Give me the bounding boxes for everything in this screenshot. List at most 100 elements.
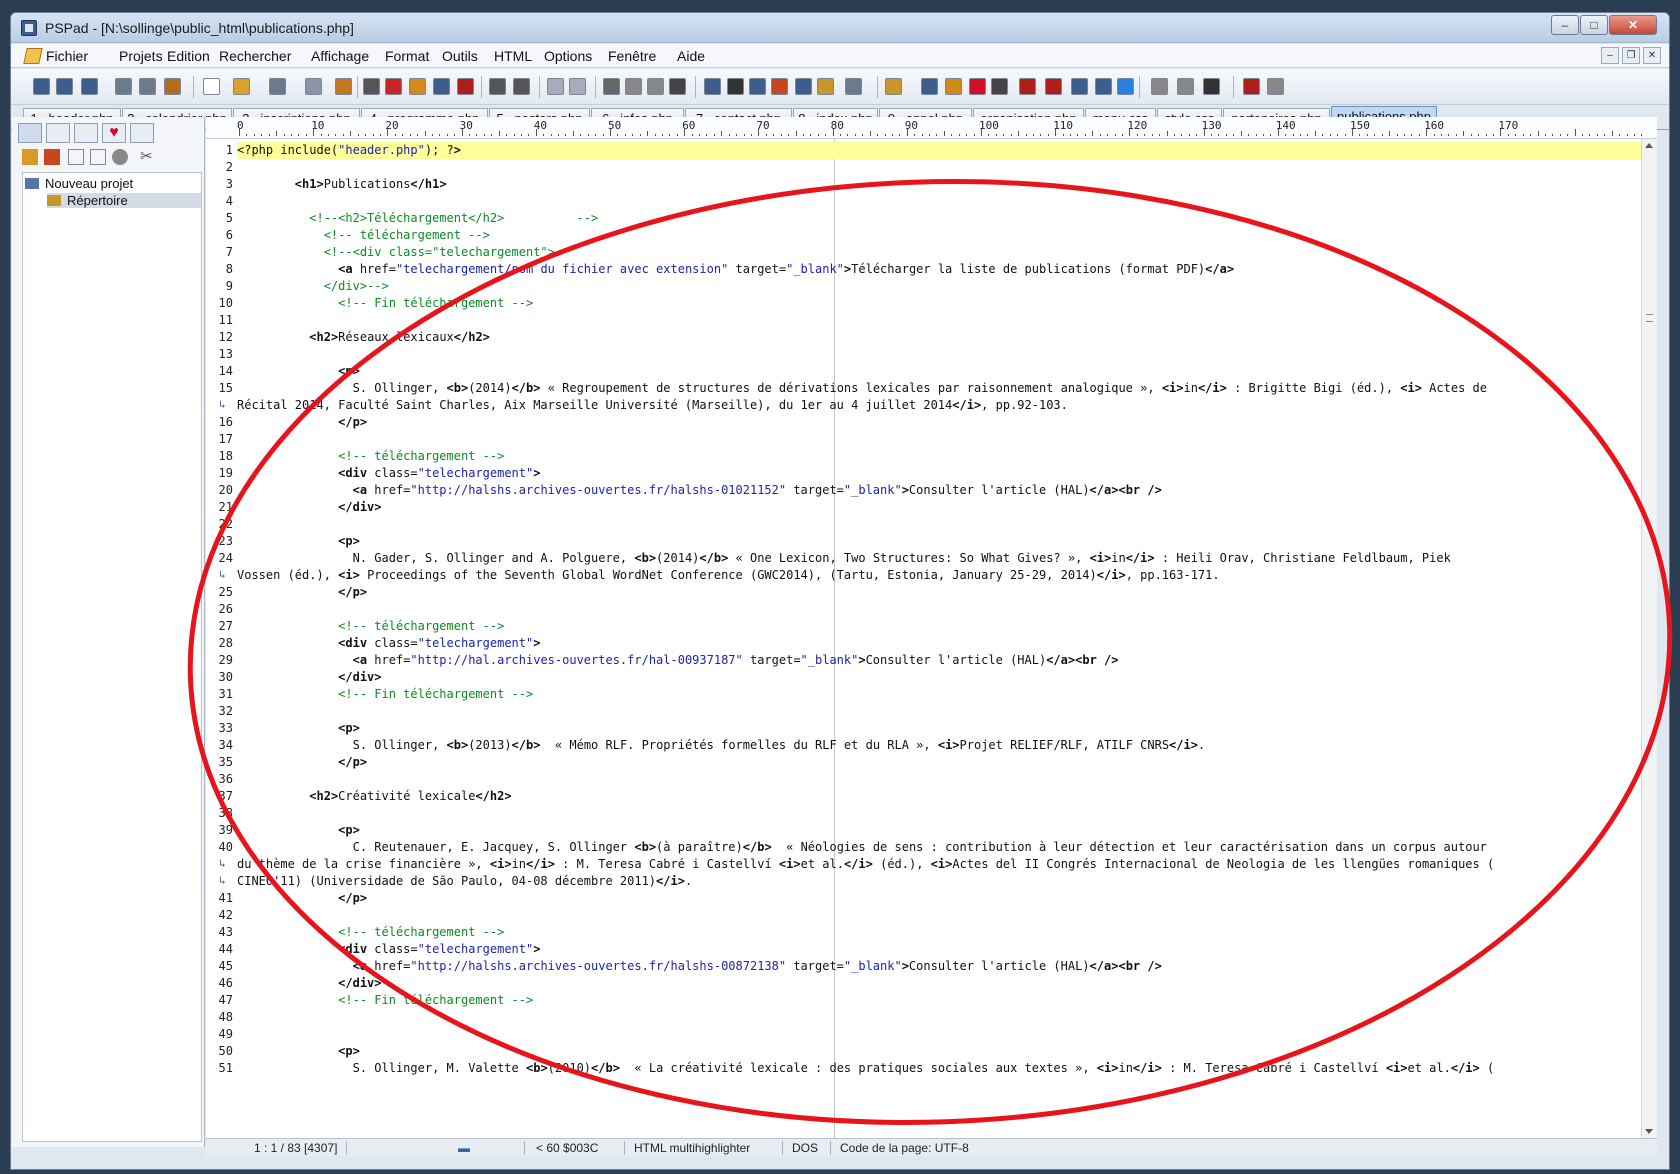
code-line[interactable]: <h2>Réseaux lexicaux</h2> bbox=[237, 329, 490, 346]
code-line[interactable]: </p> bbox=[237, 414, 367, 431]
code-line[interactable]: <p> bbox=[237, 720, 360, 737]
menu-1[interactable]: Projets bbox=[119, 48, 163, 64]
pilcrow-icon[interactable] bbox=[727, 78, 744, 95]
glasses-icon[interactable] bbox=[1267, 78, 1284, 95]
open-folder-icon[interactable] bbox=[233, 78, 250, 95]
menu-6[interactable]: Outils bbox=[442, 48, 478, 64]
remove-folder-icon[interactable] bbox=[90, 149, 106, 165]
menu-9[interactable]: Fenêtre bbox=[608, 48, 656, 64]
close-button[interactable]: ✕ bbox=[1609, 15, 1657, 35]
run-icon[interactable] bbox=[1151, 78, 1168, 95]
menu-3[interactable]: Rechercher bbox=[219, 48, 291, 64]
code-line[interactable]: <p> bbox=[237, 363, 360, 380]
code-line[interactable]: <div class="telechargement"> bbox=[237, 941, 540, 958]
record-macro-icon[interactable] bbox=[1243, 78, 1260, 95]
favorites-heart-icon[interactable]: ♥ bbox=[102, 123, 126, 143]
code-line[interactable]: <!--<h2>Téléchargement</h2> --> bbox=[237, 210, 598, 227]
tag-icon[interactable] bbox=[1019, 78, 1036, 95]
code-line[interactable]: </div>--> bbox=[237, 278, 389, 295]
spell-icon[interactable] bbox=[771, 78, 788, 95]
log-icon[interactable] bbox=[139, 78, 156, 95]
info-icon[interactable] bbox=[112, 149, 128, 165]
code-line[interactable]: C. Reutenauer, E. Jacquey, S. Ollinger <… bbox=[237, 839, 1487, 856]
google-icon[interactable] bbox=[1117, 78, 1134, 95]
window-list-tab-icon[interactable] bbox=[130, 123, 154, 143]
code-line[interactable]: N. Gader, S. Ollinger and A. Polguere, <… bbox=[237, 550, 1451, 567]
maximize-button[interactable]: □ bbox=[1580, 15, 1608, 35]
tools-icon[interactable] bbox=[164, 78, 181, 95]
book-icon[interactable] bbox=[457, 78, 474, 95]
code-line[interactable]: <!-- Fin téléchargement --> bbox=[237, 992, 533, 1009]
project-tab-icon[interactable] bbox=[18, 123, 42, 143]
replace-icon[interactable] bbox=[385, 78, 402, 95]
code-line[interactable]: <!-- téléchargement --> bbox=[237, 618, 504, 635]
spell-check-icon[interactable] bbox=[845, 78, 862, 95]
code-line[interactable]: <p> bbox=[237, 822, 360, 839]
vertical-scrollbar[interactable] bbox=[1641, 139, 1657, 1138]
status-line-endings[interactable]: DOS bbox=[792, 1141, 818, 1155]
code-line[interactable]: <a href="http://halshs.archives-ouvertes… bbox=[237, 958, 1162, 975]
print-icon[interactable] bbox=[513, 78, 530, 95]
title-bar[interactable]: PSPad - [N:\sollinge\public_html\publica… bbox=[11, 13, 1669, 43]
mdi-restore-icon[interactable]: ❐ bbox=[1622, 47, 1640, 64]
tag-alt-icon[interactable] bbox=[1045, 78, 1062, 95]
new-document-icon[interactable] bbox=[203, 78, 220, 95]
code-line[interactable]: <!-- téléchargement --> bbox=[237, 924, 504, 941]
minimize-button[interactable]: – bbox=[1551, 15, 1579, 35]
delete-icon[interactable] bbox=[669, 78, 686, 95]
zoom-icon[interactable] bbox=[489, 78, 506, 95]
tree-node-project[interactable]: Nouveau projet bbox=[25, 176, 133, 191]
code-line[interactable]: </div> bbox=[237, 975, 381, 992]
scroll-up-icon[interactable] bbox=[1645, 143, 1653, 148]
code-line[interactable]: du thème de la crise financière », <i>in… bbox=[237, 856, 1494, 873]
status-encoding[interactable]: Code de la page: UTF-8 bbox=[840, 1141, 969, 1155]
filter-icon[interactable] bbox=[1095, 78, 1112, 95]
code-line[interactable]: <h1>Publications</h1> bbox=[237, 176, 447, 193]
undo-icon[interactable] bbox=[547, 78, 564, 95]
code-line[interactable]: <!-- Fin téléchargement --> bbox=[237, 295, 533, 312]
code-line[interactable]: Récital 2014, Faculté Saint Charles, Aix… bbox=[237, 397, 1068, 414]
menu-0[interactable]: Fichier bbox=[46, 48, 88, 64]
paste-icon[interactable] bbox=[647, 78, 664, 95]
column-icon[interactable] bbox=[795, 78, 812, 95]
color-wheel-icon[interactable] bbox=[969, 78, 986, 95]
bookmark-icon[interactable] bbox=[885, 78, 902, 95]
add-folder-icon[interactable] bbox=[68, 149, 84, 165]
code-line[interactable]: S. Ollinger, <b>(2013)</b> « Mémo RLF. P… bbox=[237, 737, 1206, 754]
new-file-icon[interactable] bbox=[33, 78, 50, 95]
menu-7[interactable]: HTML bbox=[494, 48, 532, 64]
code-area[interactable]: <?php include("header.php"); ?> <h1>Publ… bbox=[237, 139, 1642, 1138]
status-highlighter[interactable]: HTML multihighlighter bbox=[634, 1141, 750, 1155]
save-icon[interactable] bbox=[269, 78, 286, 95]
menu-4[interactable]: Affichage bbox=[311, 48, 369, 64]
code-line[interactable]: <!--<div class="telechargement"> bbox=[237, 244, 555, 261]
code-line[interactable]: <div class="telechargement"> bbox=[237, 465, 540, 482]
search-icon[interactable] bbox=[363, 78, 380, 95]
find-files-icon[interactable] bbox=[409, 78, 426, 95]
html-icon[interactable] bbox=[945, 78, 962, 95]
ftp-tab-icon[interactable] bbox=[74, 123, 98, 143]
code-line[interactable]: <?php include("header.php"); ?> bbox=[237, 142, 1642, 159]
tree-icon[interactable] bbox=[335, 78, 352, 95]
code-line[interactable]: </div> bbox=[237, 669, 381, 686]
html-txt-icon[interactable] bbox=[991, 78, 1008, 95]
save-all-icon[interactable] bbox=[305, 78, 322, 95]
code-line[interactable]: S. Ollinger, <b>(2014)</b> « Regroupemen… bbox=[237, 380, 1487, 397]
tree-node-folder[interactable]: Répertoire bbox=[47, 193, 201, 208]
menu-2[interactable]: Edition bbox=[167, 48, 210, 64]
code-editor[interactable]: 0 10 20 30 40 50 60 70 80 90 100 110 120 130 140 150 160… bbox=[206, 117, 1657, 1138]
align-icon[interactable] bbox=[921, 78, 938, 95]
scroll-grip-icon[interactable] bbox=[1646, 314, 1653, 322]
code-line[interactable]: </p> bbox=[237, 754, 367, 771]
code-line[interactable]: <a href="http://hal.archives-ouvertes.fr… bbox=[237, 652, 1119, 669]
menu-5[interactable]: Format bbox=[385, 48, 429, 64]
settings-tools-icon[interactable]: ✂ bbox=[140, 149, 156, 165]
copy-icon[interactable] bbox=[625, 78, 642, 95]
redo-icon[interactable] bbox=[569, 78, 586, 95]
mdi-close-icon[interactable]: ✕ bbox=[1643, 47, 1661, 64]
add-file-icon[interactable] bbox=[22, 149, 38, 165]
code-line[interactable]: <!-- téléchargement --> bbox=[237, 448, 504, 465]
menu-10[interactable]: Aide bbox=[677, 48, 705, 64]
globe-icon[interactable] bbox=[1071, 78, 1088, 95]
new-project-icon[interactable] bbox=[56, 78, 73, 95]
